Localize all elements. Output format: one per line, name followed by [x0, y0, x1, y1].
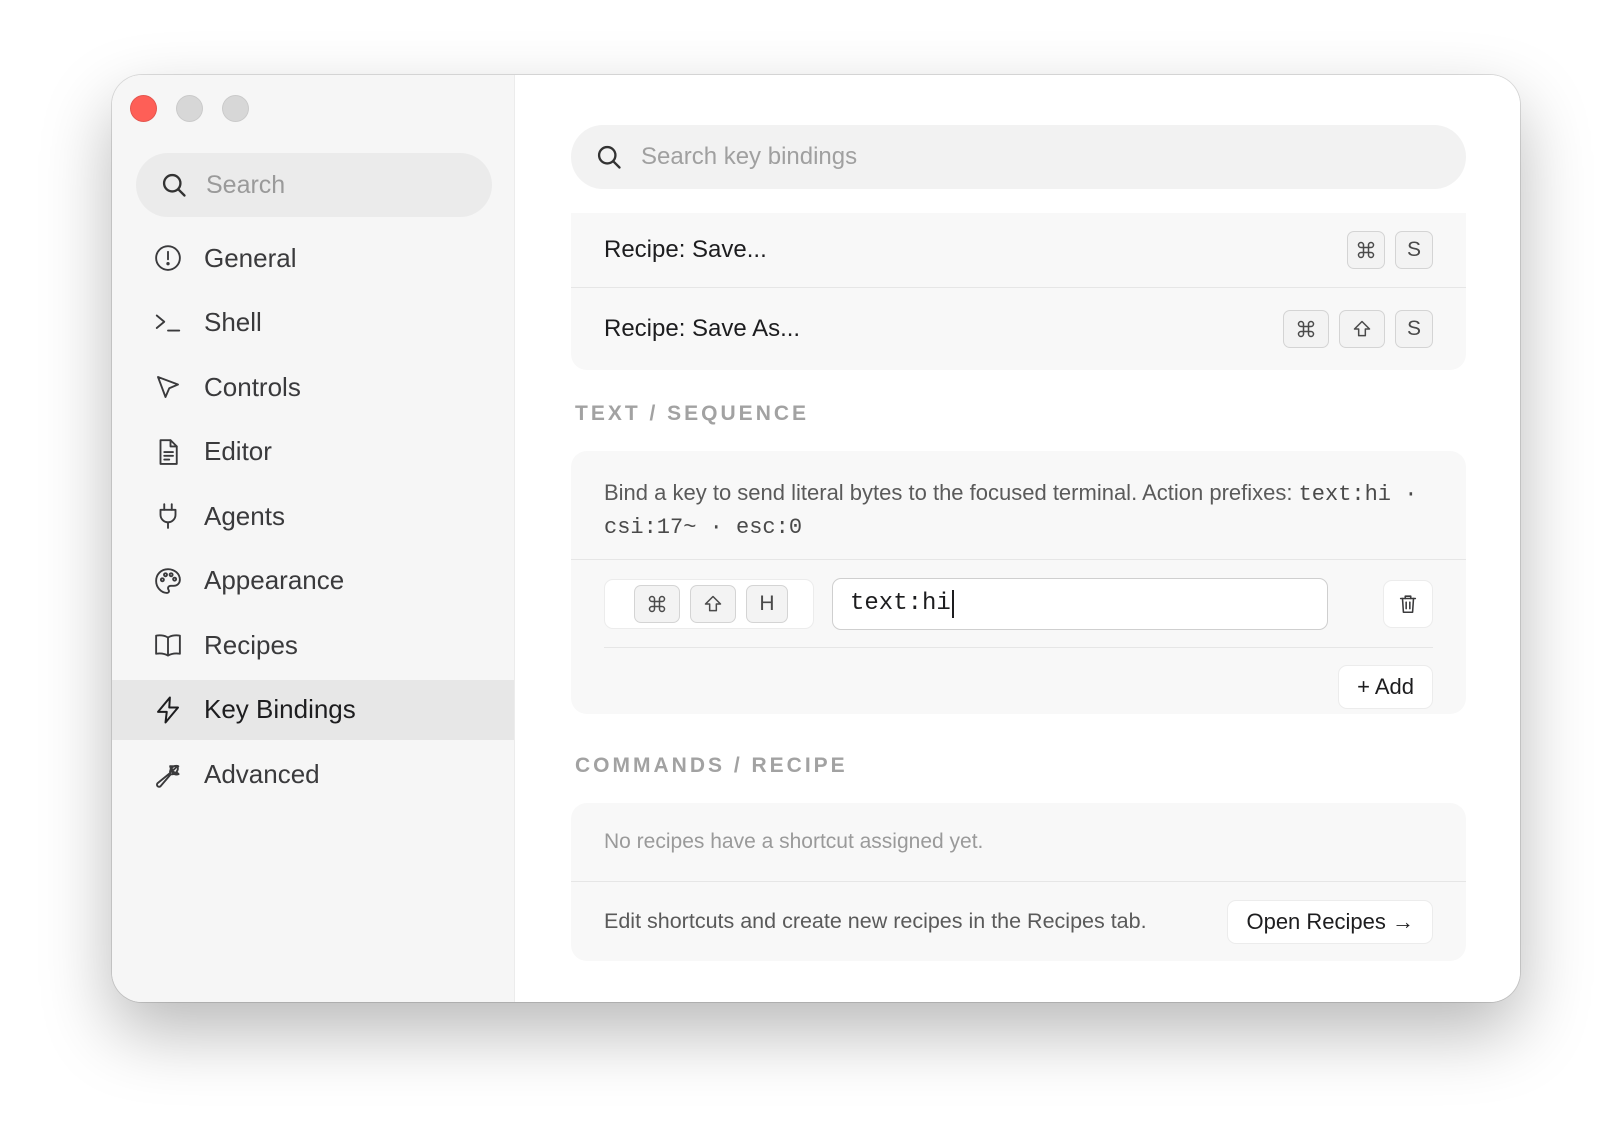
prefix-example: text:hi: [1298, 482, 1392, 507]
plug-icon: [152, 500, 184, 532]
minimize-window-button[interactable]: [176, 95, 203, 122]
key-combo-recorder[interactable]: H: [604, 578, 814, 629]
text-sequence-description: Bind a key to send literal bytes to the …: [571, 451, 1466, 559]
binding-title: Recipe: Save...: [604, 236, 767, 263]
recipes-hint-text: Edit shortcuts and create new recipes in…: [604, 909, 1147, 933]
prefix-example: esc:0: [736, 515, 803, 540]
sidebar-item-shell[interactable]: Shell: [112, 293, 514, 353]
sidebar-item-label: Appearance: [204, 565, 345, 595]
sidebar-item-general[interactable]: General: [112, 228, 514, 288]
command-icon: [648, 595, 666, 612]
action-value: text:hi: [850, 590, 951, 617]
sidebar-item-label: Editor: [204, 436, 272, 466]
sidebar-item-label: Advanced: [204, 758, 320, 789]
description-text: Bind a key to send literal bytes to the …: [604, 480, 1299, 505]
binding-row[interactable]: Recipe: Save As... S: [571, 287, 1466, 370]
prefix-separator: ·: [1391, 482, 1418, 507]
key-bindings-search-input[interactable]: [639, 142, 1443, 172]
sidebar-nav: General Shell Controls Editor Agents App…: [112, 228, 514, 809]
empty-state-text: No recipes have a shortcut assigned yet.: [604, 830, 984, 853]
trash-icon: [1399, 594, 1417, 613]
sidebar-search[interactable]: [136, 153, 492, 217]
section-label-commands-recipe: COMMANDS / RECIPE: [575, 754, 848, 777]
open-recipes-button[interactable]: Open Recipes →: [1227, 899, 1433, 944]
terminal-prompt-icon: [152, 307, 184, 339]
sidebar-item-controls[interactable]: Controls: [112, 357, 514, 417]
shortcut-keys: S: [1283, 310, 1433, 348]
prefix-example: csi:17~: [604, 515, 697, 540]
shortcut-keys: S: [1347, 231, 1433, 269]
shift-icon: [704, 595, 722, 611]
palette-icon: [152, 565, 184, 597]
search-icon: [162, 173, 186, 197]
text-caret: [951, 589, 955, 618]
sidebar-item-label: Recipes: [204, 629, 298, 660]
sidebar-item-advanced[interactable]: Advanced: [112, 744, 514, 804]
recipe-bindings-card: Recipe: Save... S Recipe: Save As... S: [571, 213, 1466, 370]
sidebar-item-label: Agents: [204, 500, 285, 531]
main-panel: Recipe: Save... S Recipe: Save As...: [515, 75, 1520, 1002]
text-sequence-card: Bind a key to send literal bytes to the …: [571, 451, 1466, 714]
recipes-hint-row: Edit shortcuts and create new recipes in…: [571, 881, 1466, 961]
search-icon: [597, 145, 621, 169]
shift-key: [1339, 310, 1385, 348]
command-key: [1283, 310, 1329, 348]
command-key: [1347, 231, 1385, 269]
sidebar-item-label: Shell: [204, 307, 262, 337]
sidebar-item-appearance[interactable]: Appearance: [112, 551, 514, 611]
sidebar-item-recipes[interactable]: Recipes: [112, 615, 514, 675]
wrench-icon: [152, 758, 184, 790]
maximize-window-button[interactable]: [222, 95, 249, 122]
lightning-icon: [152, 694, 184, 726]
sidebar: General Shell Controls Editor: [112, 75, 515, 1002]
sidebar-item-label: Key Bindings: [204, 694, 356, 724]
document-icon: [152, 436, 184, 468]
commands-recipe-card: No recipes have a shortcut assigned yet.…: [571, 803, 1466, 961]
cursor-arrow-icon: [152, 371, 184, 403]
letter-key: S: [1395, 231, 1433, 269]
add-binding-button[interactable]: + Add: [1338, 664, 1433, 709]
prefix-separator: ·: [696, 515, 737, 540]
letter-key: S: [1395, 310, 1433, 348]
settings-window: General Shell Controls Editor: [112, 75, 1520, 1002]
traffic-lights: [130, 95, 249, 122]
sidebar-item-agents[interactable]: Agents: [112, 486, 514, 546]
info-circle-icon: [152, 242, 184, 274]
sidebar-item-key-bindings[interactable]: Key Bindings: [112, 679, 514, 740]
add-row: + Add: [571, 648, 1466, 714]
binding-row[interactable]: Recipe: Save... S: [571, 213, 1466, 287]
shift-icon: [1353, 320, 1371, 337]
sidebar-search-input[interactable]: [204, 169, 468, 201]
binding-title: Recipe: Save As...: [604, 315, 801, 342]
command-key: [634, 584, 680, 623]
letter-key: H: [746, 584, 788, 623]
sidebar-item-editor[interactable]: Editor: [112, 422, 514, 482]
sidebar-item-label: General: [204, 242, 297, 273]
text-binding-row: H text:hi: [571, 559, 1466, 648]
book-icon: [152, 629, 184, 661]
sidebar-item-label: Controls: [204, 371, 301, 402]
shift-key: [690, 584, 736, 623]
command-icon: [1297, 320, 1315, 338]
section-label-text-sequence: TEXT / SEQUENCE: [575, 402, 810, 425]
close-window-button[interactable]: [130, 95, 157, 122]
action-input[interactable]: text:hi: [832, 577, 1328, 630]
command-icon: [1357, 241, 1375, 259]
delete-binding-button[interactable]: [1383, 579, 1433, 628]
key-bindings-search[interactable]: [571, 125, 1466, 189]
